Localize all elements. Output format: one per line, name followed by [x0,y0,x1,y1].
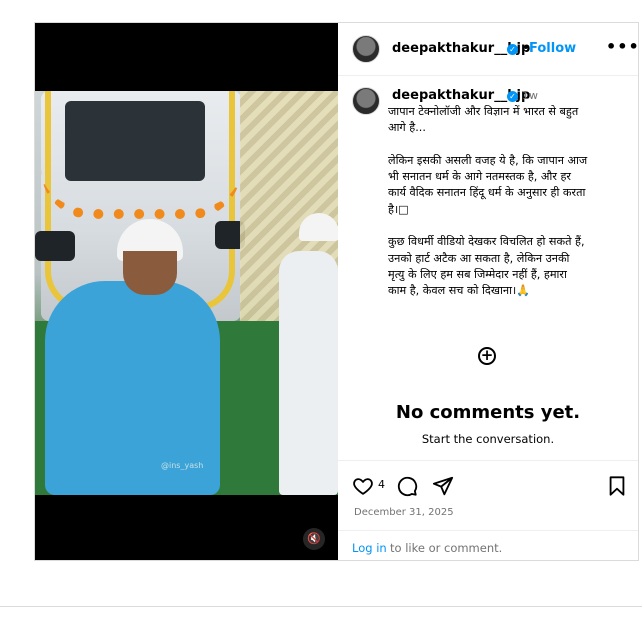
post-card: @ins_yash 🔇 deepakthakur__bjp ✓ • Follow… [34,22,639,561]
avatar[interactable] [352,87,380,115]
post-date[interactable]: December 31, 2025 [354,507,454,518]
page-divider [0,606,642,607]
add-comment-icon[interactable]: + [478,347,496,365]
start-conversation-text: Start the conversation. [421,432,555,446]
person-white-uniform [279,251,338,495]
more-options-icon[interactable]: ••• [606,37,640,56]
login-link[interactable]: Log in [352,541,387,555]
login-suffix-text: to like or comment. [390,541,503,555]
person-head [123,251,177,295]
heart-icon[interactable] [352,475,374,497]
flower-garland [41,169,241,219]
video-player[interactable]: @ins_yash [35,91,338,495]
follow-button[interactable]: Follow [529,41,576,56]
train-headlight-left [35,231,75,261]
caption-text: जापान टेक्नोलॉजी और विज्ञान में भारत से … [388,105,588,298]
post-sidebar: deepakthakur__bjp ✓ • Follow ••• deepakt… [338,23,640,561]
speaker-muted-icon[interactable]: 🔇 [303,528,325,550]
paper-plane-icon[interactable] [432,475,454,497]
comment-bubble-icon[interactable] [396,475,418,497]
verified-badge-icon: ✓ [507,44,518,55]
bookmark-icon[interactable] [606,475,628,497]
post-actions: 4 December 31, 2025 [338,460,638,531]
caption-section: deepakthakur__bjp ✓ 1w जापान टेक्नोलॉजी … [338,75,638,460]
hard-hat-2 [299,213,338,241]
avatar[interactable] [352,35,380,63]
no-comments-heading: No comments yet. [395,402,581,423]
post-media[interactable]: @ins_yash 🔇 [35,23,338,560]
verified-badge-icon: ✓ [507,91,518,102]
post-time-ago[interactable]: 1w [522,89,538,102]
post-header: deepakthakur__bjp ✓ • Follow ••• [338,23,640,76]
video-watermark: @ins_yash [161,461,204,470]
like-count[interactable]: 4 [378,478,385,491]
login-prompt: Log in to like or comment. [338,530,638,561]
